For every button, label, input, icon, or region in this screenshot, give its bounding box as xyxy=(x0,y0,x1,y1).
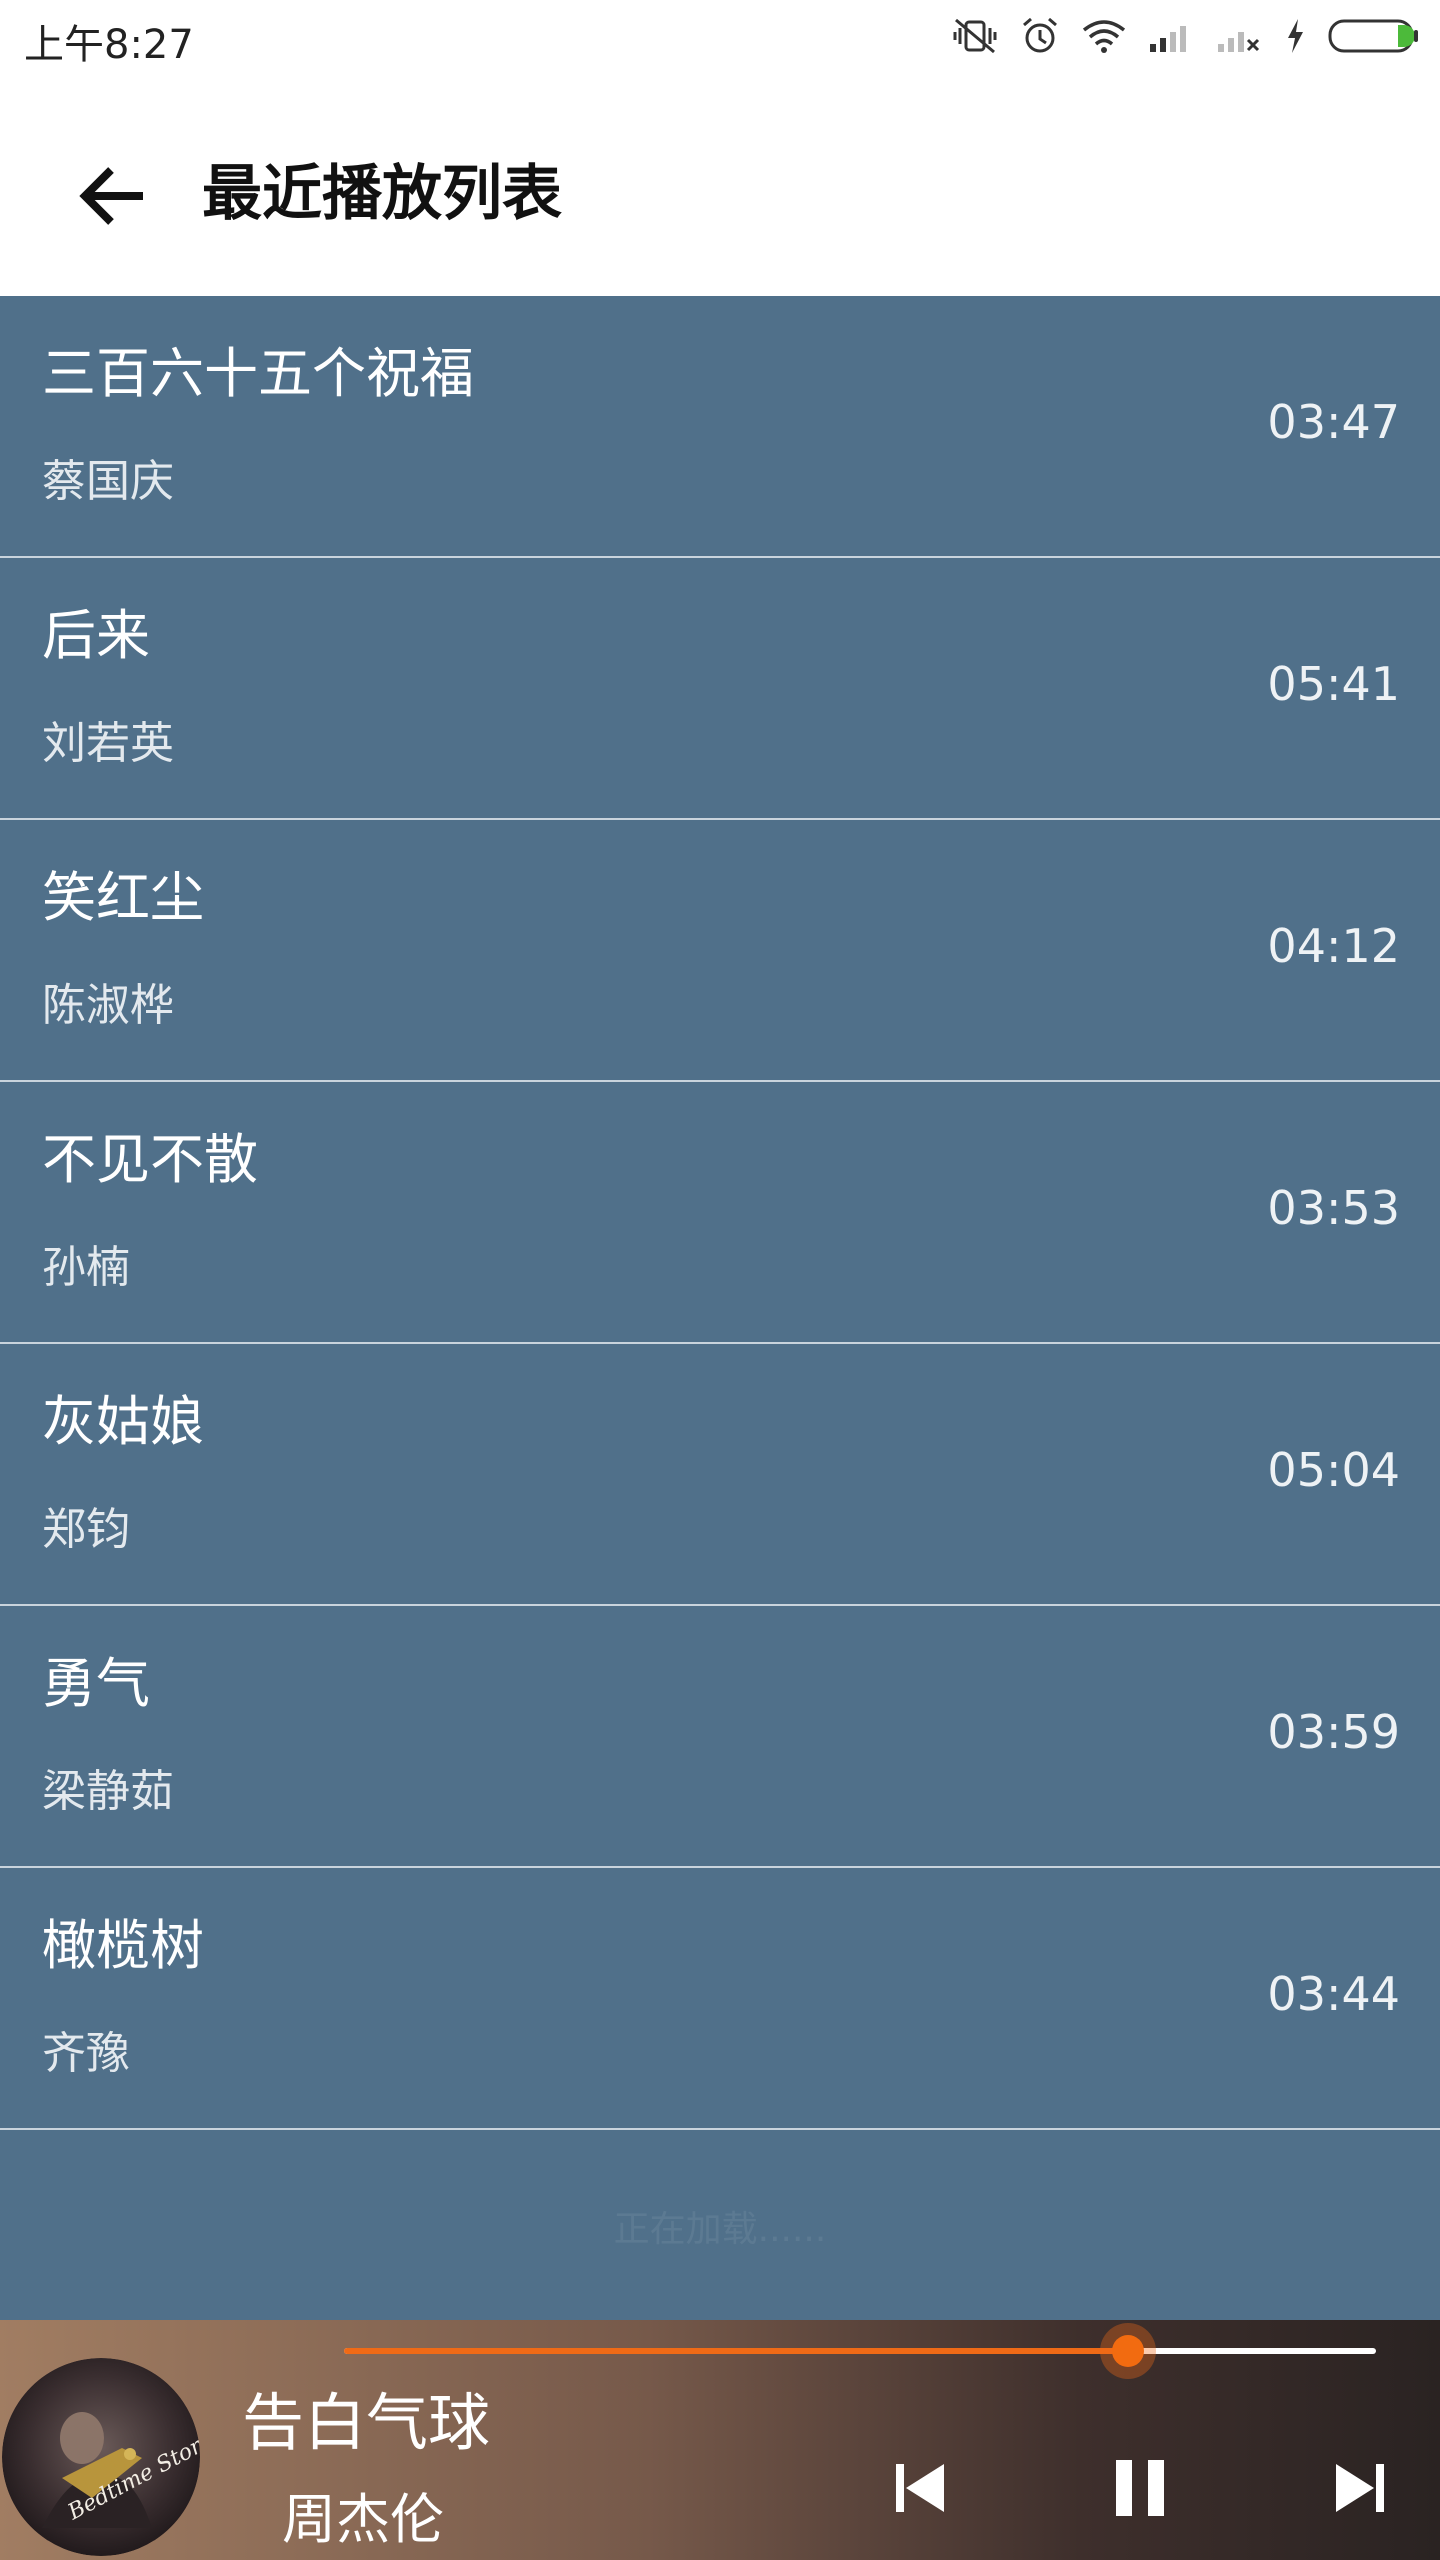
charging-icon xyxy=(1288,19,1303,53)
progress-thumb[interactable] xyxy=(1100,2323,1157,2379)
battery-icon xyxy=(1328,19,1418,53)
song-row[interactable]: 后来 刘若英 05:41 xyxy=(0,558,1440,820)
wifi-icon xyxy=(1082,20,1126,53)
arrow-left-icon xyxy=(79,167,143,225)
song-artist: 刘若英 xyxy=(42,718,174,769)
pause-button[interactable] xyxy=(1090,2438,1190,2538)
alarm-icon xyxy=(1023,17,1057,53)
playlist[interactable]: 三百六十五个祝福 蔡国庆 03:47 后来 刘若英 05:41 笑红尘 陈淑桦 … xyxy=(0,296,1440,2320)
back-button[interactable] xyxy=(60,144,164,248)
album-art[interactable]: Bedtime Stories xyxy=(2,2358,200,2556)
page-title: 最近播放列表 xyxy=(202,159,562,229)
player-bar: Bedtime Stories xyxy=(0,2320,1440,2560)
song-row[interactable]: 三百六十五个祝福 蔡国庆 03:47 xyxy=(0,296,1440,558)
song-row[interactable]: 灰姑娘 郑钧 05:04 xyxy=(0,1344,1440,1606)
skip-previous-icon xyxy=(896,2464,944,2512)
previous-button[interactable] xyxy=(870,2438,970,2538)
progress-fill xyxy=(344,2348,1129,2354)
song-title: 橄榄树 xyxy=(42,1914,204,1977)
song-artist: 郑钧 xyxy=(42,1504,130,1555)
song-duration: 03:53 xyxy=(1267,1181,1400,1235)
song-artist: 梁静茹 xyxy=(42,1766,174,1817)
song-duration: 03:44 xyxy=(1267,1967,1400,2021)
song-title: 笑红尘 xyxy=(42,866,204,929)
song-title: 三百六十五个祝福 xyxy=(42,342,474,405)
signal-icon xyxy=(1150,26,1186,52)
song-duration: 05:04 xyxy=(1267,1443,1400,1497)
loading-text: 正在加载...... xyxy=(613,2209,827,2250)
status-time: 上午8:27 xyxy=(24,22,194,68)
progress-slider[interactable] xyxy=(344,2323,1376,2379)
song-artist: 齐豫 xyxy=(42,2028,130,2079)
song-title: 灰姑娘 xyxy=(42,1390,204,1453)
app-bar: 最近播放列表 xyxy=(0,72,1440,296)
now-playing-artist: 周杰伦 xyxy=(282,2488,444,2551)
song-row[interactable]: 笑红尘 陈淑桦 04:12 xyxy=(0,820,1440,1082)
song-artist: 陈淑桦 xyxy=(42,980,174,1031)
pause-icon xyxy=(1116,2460,1164,2516)
song-duration: 03:47 xyxy=(1267,395,1400,449)
song-title: 后来 xyxy=(42,604,150,667)
song-duration: 05:41 xyxy=(1267,657,1400,711)
now-playing-title: 告白气球 xyxy=(242,2386,491,2459)
song-title: 勇气 xyxy=(42,1652,150,1715)
status-bar: 上午8:27 xyxy=(0,0,1440,72)
status-icons xyxy=(952,14,1420,58)
next-button[interactable] xyxy=(1310,2438,1410,2538)
song-title: 不见不散 xyxy=(42,1128,258,1191)
song-row[interactable]: 橄榄树 齐豫 03:44 xyxy=(0,1868,1440,2130)
song-duration: 03:59 xyxy=(1267,1705,1400,1759)
song-artist: 蔡国庆 xyxy=(42,456,174,507)
song-duration: 04:12 xyxy=(1267,919,1400,973)
skip-next-icon xyxy=(1336,2464,1384,2512)
song-list: 三百六十五个祝福 蔡国庆 03:47 后来 刘若英 05:41 笑红尘 陈淑桦 … xyxy=(0,296,1440,2130)
mute-vibrate-icon xyxy=(953,18,997,54)
song-artist: 孙楠 xyxy=(42,1242,130,1293)
song-row[interactable]: 不见不散 孙楠 03:53 xyxy=(0,1082,1440,1344)
signal-no-sim-icon xyxy=(1218,32,1260,52)
song-row[interactable]: 勇气 梁静茹 03:59 xyxy=(0,1606,1440,1868)
